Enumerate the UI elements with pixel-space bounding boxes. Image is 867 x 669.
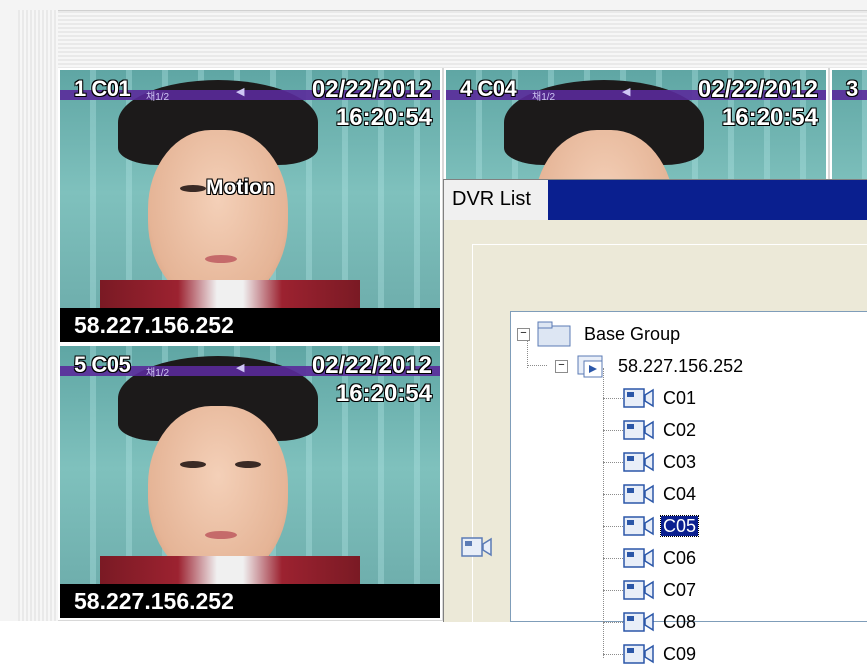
tree-guide [603,557,623,559]
tree-guide [603,429,623,431]
tree-guide [603,493,623,495]
camera-title: 1 C01 [74,76,131,101]
video-subject-face [148,406,288,581]
video-subject-eye [180,185,206,192]
tree-guide [603,621,623,623]
camera-title: 3 [846,76,858,101]
camera-icon [623,548,654,568]
tree-label: C07 [663,580,697,601]
dialog-body: − Base Group − 58.227.156.252 C01 C02 C0… [444,220,867,664]
audio-icon: ◀ [236,361,245,374]
top-toolbar-area [18,10,867,71]
osd-date: 02/22/2012 [697,76,818,103]
dvr-client-window: 1 C01 채1/2 ◀ 02/22/2012 16:20:54 Motion … [0,0,867,664]
tree-node-camera[interactable]: C01 [603,382,698,412]
collapse-icon[interactable]: − [517,327,530,341]
collapse-icon[interactable]: − [555,359,568,373]
video-subject-face [148,130,288,305]
tree-node-camera[interactable]: C05 [603,510,700,540]
camera-icon [623,484,654,504]
audio-icon: ◀ [236,85,245,98]
camera-title: 4 C04 [460,76,517,101]
tree-label: C04 [663,484,697,505]
tree-guide [603,589,623,591]
camera-ip-label: 58.227.156.252 [60,584,440,618]
camera-tile-c05[interactable]: 5 C05 채1/2 ◀ 02/22/2012 16:20:54 58.227.… [58,344,442,620]
folder-group-icon [537,321,571,347]
tree-guide [603,653,623,655]
osd-date: 02/22/2012 [311,352,432,379]
audio-icon: ◀ [622,85,631,98]
tree-guide [603,525,623,527]
camera-title: 5 C05 [74,352,131,377]
left-toolbar-area [18,10,58,621]
osd-date: 02/22/2012 [311,76,432,103]
osd-time: 16:20:54 [721,104,818,131]
stream-indicator: 채1/2 [532,92,556,103]
tree-label: C06 [663,548,697,569]
osd-time: 16:20:54 [335,380,432,407]
camera-icon[interactable] [461,536,493,558]
dvr-device-icon [577,355,603,378]
tree-node-camera[interactable]: C02 [603,414,698,444]
title-bar-fill [548,180,867,220]
camera-icon [623,580,654,600]
tree-node-camera[interactable]: C03 [603,446,698,476]
tree-node-camera[interactable]: C09 [603,638,698,668]
dvr-list-dialog[interactable]: DVR List − Base Group − 58.227.156.252 C… [443,179,867,664]
camera-ip-label: 58.227.156.252 [60,308,440,342]
video-subject-eye [235,461,261,468]
motion-event-label: Motion [206,176,275,199]
tree-node-camera[interactable]: C08 [603,606,698,636]
camera-icon [623,612,654,632]
dialog-title-bar[interactable]: DVR List [444,180,867,220]
tree-label: C02 [663,420,697,441]
tree-label: C03 [663,452,697,473]
tree-label: C09 [663,644,697,665]
tree-guide [603,397,623,399]
dialog-title: DVR List [452,188,531,210]
stream-indicator: 채1/2 [146,92,170,103]
dvr-tree[interactable]: − Base Group − 58.227.156.252 C01 C02 C0… [510,311,867,664]
video-subject-mouth [205,531,237,539]
tree-guide [603,461,623,463]
tree-node-camera[interactable]: C04 [603,478,698,508]
camera-icon [623,452,654,472]
tree-label-selected: C05 [659,515,700,538]
tree-guide [527,365,547,366]
camera-tile-c01[interactable]: 1 C01 채1/2 ◀ 02/22/2012 16:20:54 Motion … [58,68,442,344]
camera-icon [623,388,654,408]
tree-label: C01 [663,388,697,409]
video-subject-mouth [205,255,237,263]
stream-indicator: 채1/2 [146,368,170,379]
osd-time: 16:20:54 [335,104,432,131]
camera-icon [623,516,654,536]
tree-node-camera[interactable]: C07 [603,574,698,604]
tree-label: Base Group [584,324,681,345]
tree-node-dvr[interactable]: − 58.227.156.252 [555,350,745,380]
camera-icon [623,644,654,664]
video-subject-eye [180,461,206,468]
camera-icon [623,420,654,440]
tree-node-group[interactable]: − Base Group [517,318,682,348]
tree-node-camera[interactable]: C06 [603,542,698,572]
tree-label: C08 [663,612,697,633]
tree-label: 58.227.156.252 [618,356,744,377]
